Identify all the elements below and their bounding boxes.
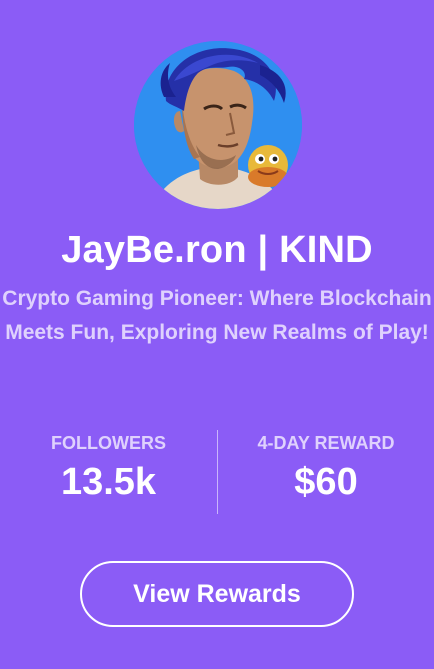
stats-row: FOLLOWERS 13.5k 4-DAY REWARD $60	[0, 430, 434, 516]
avatar	[134, 41, 302, 209]
profile-name: JayBe.ron | KIND	[61, 229, 373, 271]
reward-stat: 4-DAY REWARD $60	[218, 430, 434, 506]
reward-value: $60	[294, 461, 358, 503]
view-rewards-button[interactable]: View Rewards	[80, 561, 354, 627]
avatar-image	[134, 41, 302, 209]
profile-bio: Crypto Gaming Pioneer: Where Blockchain …	[2, 287, 432, 344]
followers-label: FOLLOWERS	[51, 433, 166, 453]
reward-label: 4-DAY REWARD	[257, 433, 395, 453]
profile-card: JayBe.ron | KIND Crypto Gaming Pioneer: …	[0, 0, 434, 669]
followers-value: 13.5k	[60, 461, 157, 503]
followers-stat: FOLLOWERS 13.5k	[0, 430, 217, 506]
